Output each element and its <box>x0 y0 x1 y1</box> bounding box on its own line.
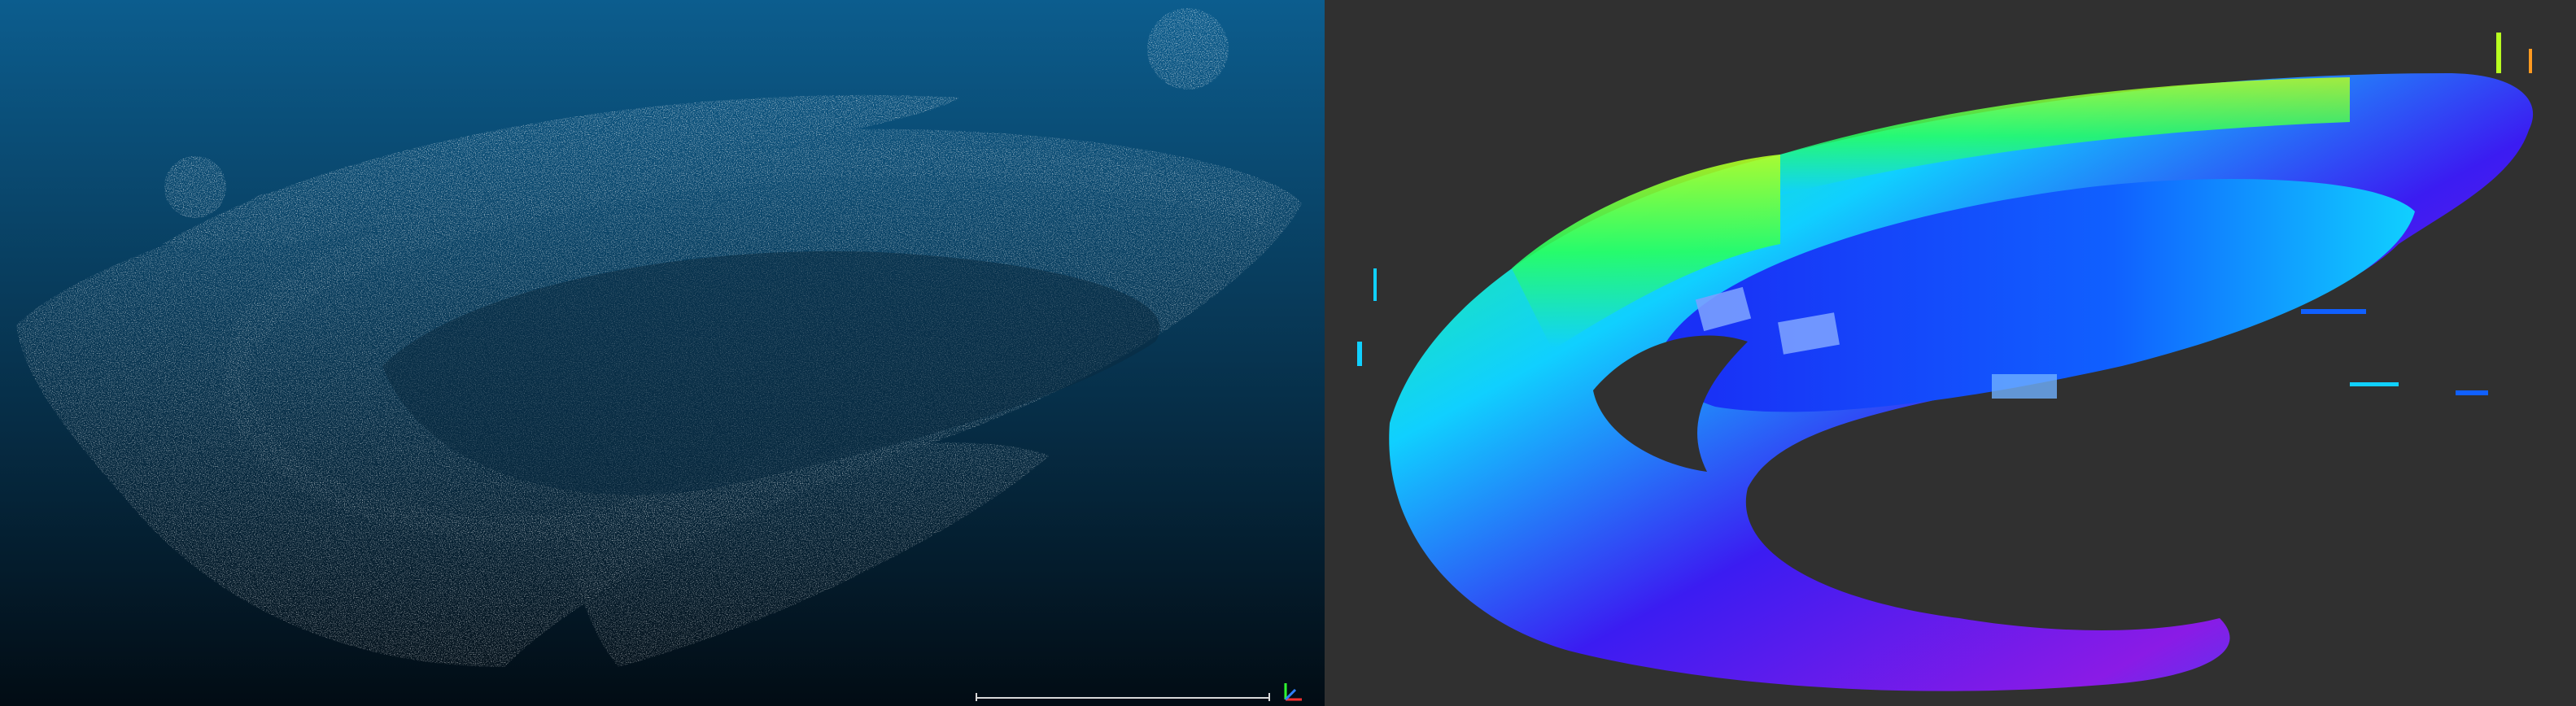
left-point-cloud-canvas[interactable] <box>0 0 1325 706</box>
left-3d-viewport[interactable] <box>0 0 1325 706</box>
right-height-map-canvas[interactable] <box>1325 0 2576 706</box>
right-3d-viewport[interactable] <box>1325 0 2576 706</box>
point-cloud-app <box>0 0 2576 706</box>
